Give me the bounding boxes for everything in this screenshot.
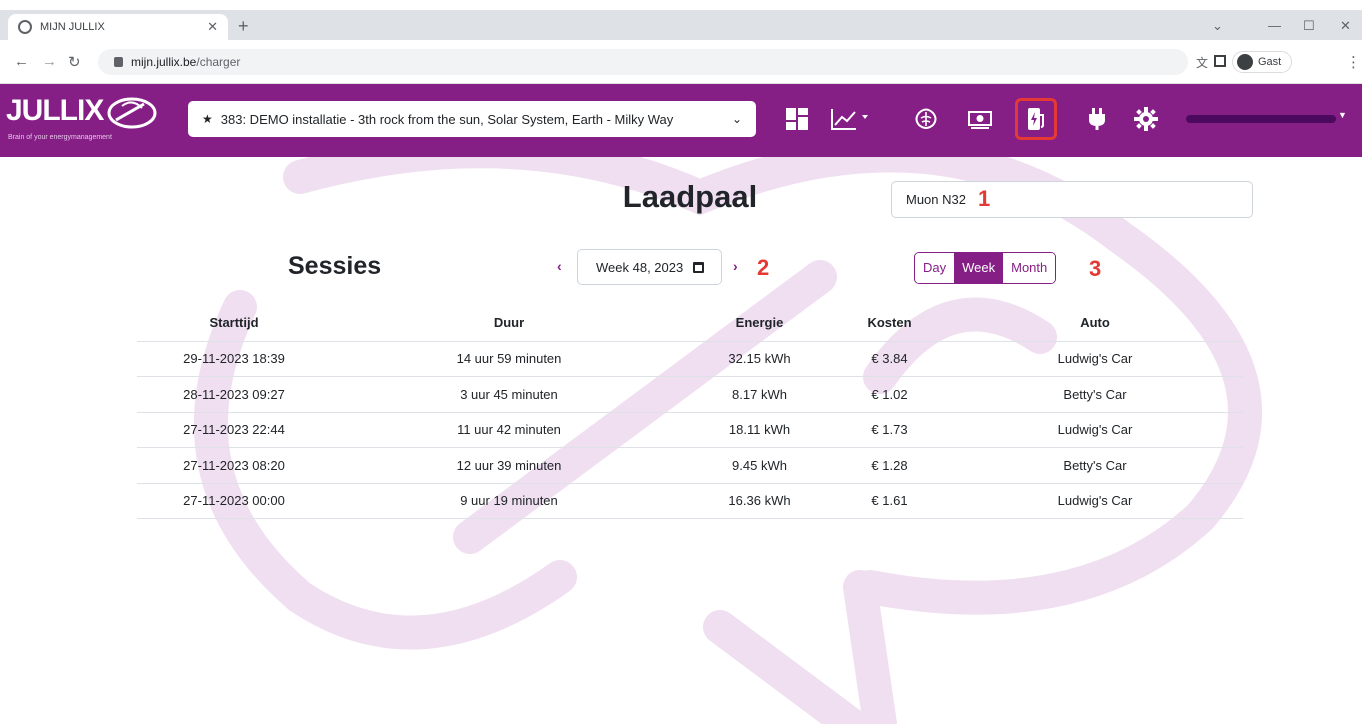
- window-close-icon[interactable]: ✕: [1340, 18, 1351, 34]
- cell-auto: Ludwig's Car: [947, 483, 1243, 519]
- tab-search-icon[interactable]: ⌄: [1212, 18, 1223, 34]
- url-text: mijn.jullix.be/charger: [131, 55, 241, 69]
- tab-close-icon[interactable]: ✕: [207, 19, 218, 35]
- cell-energie: 9.45 kWh: [687, 447, 832, 484]
- cell-energie: 32.15 kWh: [687, 341, 832, 377]
- table-row: 29-11-2023 18:39 14 uur 59 minuten 32.15…: [137, 341, 1243, 377]
- minimize-icon[interactable]: —: [1268, 18, 1281, 33]
- cell-auto: Ludwig's Car: [947, 412, 1243, 448]
- sessions-table: Starttijd Duur Energie Kosten Auto 29-11…: [137, 305, 1243, 519]
- period-month-button[interactable]: Month: [1003, 253, 1056, 283]
- next-week-icon[interactable]: ›: [733, 258, 738, 274]
- cell-kosten: € 1.28: [832, 447, 947, 484]
- col-auto[interactable]: Auto: [947, 305, 1243, 342]
- avatar: [1237, 54, 1253, 70]
- col-duur[interactable]: Duur: [331, 305, 687, 342]
- maximize-icon[interactable]: ☐: [1303, 18, 1315, 34]
- app-navbar: JULLIX Brain of your energymanagement ★ …: [0, 84, 1362, 157]
- marker-3: 3: [1089, 256, 1102, 281]
- prev-week-icon[interactable]: ‹: [557, 258, 562, 274]
- cell-auto: Ludwig's Car: [947, 341, 1243, 377]
- cell-energie: 8.17 kWh: [687, 376, 832, 413]
- caption-strip: [0, 0, 1362, 10]
- ev-charger-icon[interactable]: [1015, 98, 1057, 140]
- chevron-down-icon: ⌄: [731, 112, 742, 126]
- menu-icon[interactable]: ⋮: [1346, 53, 1361, 71]
- table-header-row: Starttijd Duur Energie Kosten Auto: [137, 305, 1243, 342]
- cell-duur: 14 uur 59 minuten: [331, 341, 687, 377]
- tab-title: MIJN JULLIX: [40, 21, 105, 33]
- cell-duur: 12 uur 39 minuten: [331, 447, 687, 484]
- forward-icon[interactable]: →: [42, 53, 57, 70]
- period-toggle: Day Week Month: [914, 252, 1057, 284]
- address-bar[interactable]: mijn.jullix.be/charger: [98, 49, 1188, 75]
- marker-2: 2: [757, 255, 770, 280]
- sessions-title: Sessies: [288, 252, 382, 280]
- lock-icon: [114, 57, 123, 67]
- cell-duur: 11 uur 42 minuten: [331, 412, 687, 448]
- logo-swirl-icon: [107, 97, 157, 129]
- cell-duur: 9 uur 19 minuten: [331, 483, 687, 519]
- cell-auto: Betty's Car: [947, 447, 1243, 484]
- cell-kosten: € 1.61: [832, 483, 947, 519]
- money-icon[interactable]: [965, 104, 995, 134]
- star-icon: ★: [202, 112, 213, 126]
- user-caret-icon[interactable]: ▼: [1338, 110, 1347, 120]
- logo-tagline: Brain of your energymanagement: [8, 134, 112, 141]
- week-input[interactable]: Week 48, 2023: [577, 249, 722, 285]
- plug-icon[interactable]: [1082, 104, 1112, 134]
- table-row: 27-11-2023 08:20 12 uur 39 minuten 9.45 …: [137, 447, 1243, 484]
- calendar-icon[interactable]: [693, 261, 705, 273]
- table-row: 28-11-2023 09:27 3 uur 45 minuten 8.17 k…: [137, 376, 1243, 413]
- cell-energie: 18.11 kWh: [687, 412, 832, 448]
- user-menu-redacted[interactable]: [1186, 115, 1336, 123]
- col-energie[interactable]: Energie: [687, 305, 832, 342]
- cell-kosten: € 1.02: [832, 376, 947, 413]
- marker-1: 1: [978, 186, 991, 211]
- cell-starttijd: 27-11-2023 08:20: [137, 447, 331, 484]
- new-tab-icon[interactable]: +: [238, 16, 249, 37]
- cell-kosten: € 3.84: [832, 341, 947, 377]
- profile-button[interactable]: Gast: [1232, 51, 1293, 73]
- col-starttijd[interactable]: Starttijd: [137, 305, 331, 342]
- charger-select[interactable]: Muon N32: [891, 181, 1253, 218]
- table-row: 27-11-2023 22:44 11 uur 42 minuten 18.11…: [137, 412, 1243, 448]
- installation-label: 383: DEMO installatie - 3th rock from th…: [220, 111, 674, 127]
- cell-starttijd: 28-11-2023 09:27: [137, 376, 331, 413]
- back-icon[interactable]: ←: [14, 53, 29, 70]
- globe-icon: [18, 20, 32, 34]
- chart-icon[interactable]: [828, 104, 872, 134]
- week-value: Week 48, 2023: [596, 259, 684, 275]
- cell-starttijd: 27-11-2023 00:00: [137, 483, 331, 519]
- reload-icon[interactable]: ↻: [68, 53, 81, 71]
- browser-toolbar: ← → ↻ mijn.jullix.be/charger 文 Gast ⋮: [0, 40, 1362, 84]
- dashboard-icon[interactable]: [782, 104, 812, 134]
- logo[interactable]: JULLIX Brain of your energymanagement: [6, 94, 157, 141]
- cell-energie: 16.36 kWh: [687, 483, 832, 519]
- period-week-button[interactable]: Week: [954, 253, 1004, 283]
- cell-kosten: € 1.73: [832, 412, 947, 448]
- browser-tabbar: MIJN JULLIX ✕ + ⌄ — ☐ ✕: [0, 10, 1362, 40]
- installation-select[interactable]: ★ 383: DEMO installatie - 3th rock from …: [188, 101, 756, 137]
- browser-tab[interactable]: MIJN JULLIX ✕: [8, 14, 228, 40]
- cell-duur: 3 uur 45 minuten: [331, 376, 687, 413]
- col-kosten[interactable]: Kosten: [832, 305, 947, 342]
- sidepanel-icon[interactable]: [1214, 55, 1226, 67]
- cell-starttijd: 27-11-2023 22:44: [137, 412, 331, 448]
- cell-starttijd: 29-11-2023 18:39: [137, 341, 331, 377]
- translate-icon[interactable]: 文: [1196, 54, 1208, 71]
- charger-value: Muon N32: [906, 192, 966, 207]
- cell-auto: Betty's Car: [947, 376, 1243, 413]
- logo-text: JULLIX: [6, 94, 104, 127]
- brain-icon[interactable]: [911, 104, 941, 134]
- gear-icon[interactable]: [1131, 104, 1161, 134]
- table-row: 27-11-2023 00:00 9 uur 19 minuten 16.36 …: [137, 483, 1243, 519]
- period-day-button[interactable]: Day: [915, 253, 955, 283]
